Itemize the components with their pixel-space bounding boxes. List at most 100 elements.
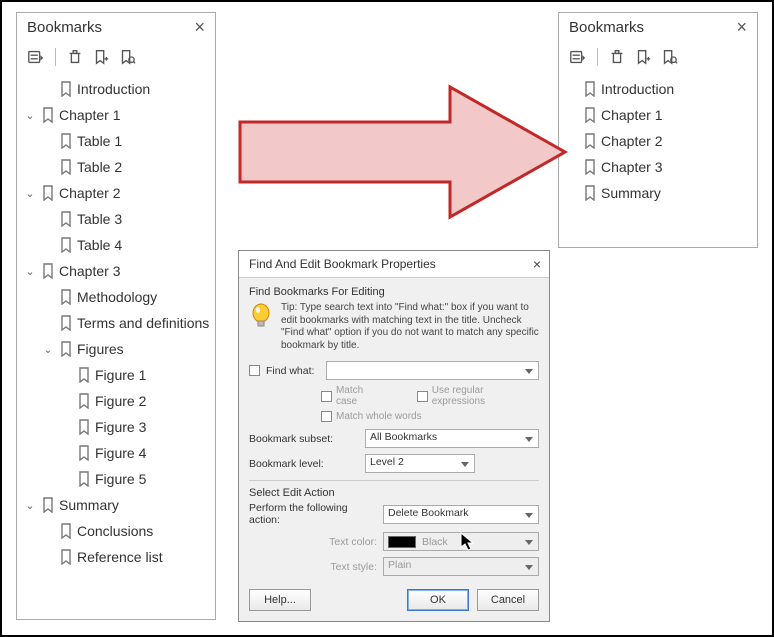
- textcolor-combo[interactable]: Black: [383, 532, 539, 551]
- dialog-title: Find And Edit Bookmark Properties: [249, 257, 436, 271]
- bookmark-label: Figure 5: [95, 471, 146, 487]
- bookmark-label: Chapter 3: [59, 263, 120, 279]
- textstyle-label: Text style:: [249, 561, 377, 573]
- close-icon[interactable]: ×: [734, 17, 749, 38]
- bookmark-row[interactable]: ·Table 1: [23, 128, 211, 154]
- group-action-label: Select Edit Action: [239, 485, 549, 499]
- bookmark-label: Methodology: [77, 289, 157, 305]
- bookmark-label: Reference list: [77, 549, 163, 565]
- textcolor-label: Text color:: [249, 536, 377, 548]
- bookmark-icon: [59, 237, 73, 253]
- bookmark-label: Table 1: [77, 133, 122, 149]
- match-whole-label: Match whole words: [336, 411, 422, 422]
- bookmark-icon: [59, 549, 73, 565]
- action-combo[interactable]: Delete Bookmark: [383, 505, 539, 524]
- level-label: Bookmark level:: [249, 458, 359, 470]
- tip-text: Tip: Type search text into "Find what:" …: [281, 302, 539, 352]
- close-icon[interactable]: ×: [533, 256, 541, 272]
- bookmark-label: Table 2: [77, 159, 122, 175]
- bookmark-label: Figure 4: [95, 445, 146, 461]
- bookmark-label: Summary: [59, 497, 119, 513]
- bookmark-row[interactable]: ⌄ Figures: [23, 336, 211, 362]
- chevron-down-icon[interactable]: ⌄: [23, 265, 37, 278]
- dialog-titlebar: Find And Edit Bookmark Properties ×: [239, 251, 549, 278]
- bookmarks-panel-after: Bookmarks × ·Introduction·Chapter 1·Chap…: [558, 12, 758, 248]
- level-combo[interactable]: Level 2: [365, 454, 475, 473]
- bookmark-row[interactable]: ·Methodology: [23, 284, 211, 310]
- bookmark-icon: [583, 107, 597, 123]
- bookmark-row[interactable]: ·Figure 2: [23, 388, 211, 414]
- tip-row: Tip: Type search text into "Find what:" …: [239, 298, 549, 358]
- bookmark-label: Chapter 1: [59, 107, 120, 123]
- level-row: Bookmark level: Level 2: [239, 451, 549, 476]
- panel-title: Bookmarks: [27, 19, 102, 36]
- bookmark-row[interactable]: ·Figure 3: [23, 414, 211, 440]
- bookmark-label: Figures: [77, 341, 124, 357]
- match-case-checkbox[interactable]: [321, 391, 332, 402]
- help-button[interactable]: Help...: [249, 589, 311, 611]
- chevron-down-icon[interactable]: ⌄: [23, 499, 37, 512]
- bookmark-icon: [77, 445, 91, 461]
- find-edit-bookmark-dialog: Find And Edit Bookmark Properties × Find…: [238, 250, 550, 622]
- bookmark-label: Summary: [601, 185, 661, 201]
- chevron-down-icon[interactable]: ⌄: [23, 187, 37, 200]
- bookmark-row[interactable]: ·Figure 4: [23, 440, 211, 466]
- bookmark-row[interactable]: ·Chapter 1: [565, 102, 753, 128]
- bookmark-row[interactable]: ⌄ Chapter 3: [23, 258, 211, 284]
- bookmark-row[interactable]: ·Chapter 3: [565, 154, 753, 180]
- bookmark-label: Table 4: [77, 237, 122, 253]
- bookmarks-panel-before: Bookmarks × ·Introduction ⌄ Chapter 1 ·Tabl…: [16, 12, 216, 620]
- bookmark-icon: [77, 471, 91, 487]
- bookmark-label: Chapter 3: [601, 159, 662, 175]
- bookmark-icon: [59, 523, 73, 539]
- find-bookmark-icon[interactable]: [658, 46, 680, 68]
- cancel-button[interactable]: Cancel: [477, 589, 539, 611]
- bookmark-row[interactable]: ·Introduction: [565, 76, 753, 102]
- options-menu-button[interactable]: [567, 46, 589, 68]
- bookmark-label: Chapter 2: [601, 133, 662, 149]
- ok-button[interactable]: OK: [407, 589, 469, 611]
- bookmark-row[interactable]: ⌄ Chapter 1: [23, 102, 211, 128]
- bookmark-row[interactable]: ·Introduction: [23, 76, 211, 102]
- panel-title: Bookmarks: [569, 19, 644, 36]
- find-what-input[interactable]: [326, 361, 539, 380]
- bookmark-row[interactable]: ⌄Chapter 2: [23, 180, 211, 206]
- separator: [55, 48, 56, 66]
- delete-icon[interactable]: [64, 46, 86, 68]
- bookmark-label: Introduction: [601, 81, 674, 97]
- close-icon[interactable]: ×: [192, 17, 207, 38]
- bookmark-icon: [59, 341, 73, 357]
- bookmark-label: Table 3: [77, 211, 122, 227]
- find-what-checkbox[interactable]: [249, 365, 260, 376]
- bookmark-row[interactable]: ·Conclusions: [23, 518, 211, 544]
- options-menu-button[interactable]: [25, 46, 47, 68]
- match-whole-checkbox[interactable]: [321, 411, 332, 422]
- subset-label: Bookmark subset:: [249, 433, 359, 445]
- subset-combo[interactable]: All Bookmarks: [365, 429, 539, 448]
- bookmark-icon: [77, 419, 91, 435]
- find-bookmark-icon[interactable]: [116, 46, 138, 68]
- bookmark-row[interactable]: ·Table 2: [23, 154, 211, 180]
- use-regex-checkbox[interactable]: [417, 391, 428, 402]
- bookmark-row[interactable]: ⌄ Summary: [23, 492, 211, 518]
- bookmark-icon: [59, 133, 73, 149]
- group-find-label: Find Bookmarks For Editing: [239, 278, 549, 298]
- match-case-label: Match case: [336, 385, 387, 407]
- chevron-down-icon[interactable]: ⌄: [41, 343, 55, 356]
- bookmark-row[interactable]: ·Table 4: [23, 232, 211, 258]
- bookmark-row[interactable]: ·Figure 1: [23, 362, 211, 388]
- bookmark-row[interactable]: ·Summary: [565, 180, 753, 206]
- bookmark-row[interactable]: ·Reference list: [23, 544, 211, 570]
- subset-row: Bookmark subset: All Bookmarks: [239, 426, 549, 451]
- bookmark-row[interactable]: ·Table 3: [23, 206, 211, 232]
- bookmark-row[interactable]: ·Figure 5: [23, 466, 211, 492]
- bookmark-row[interactable]: ·Terms and definitions: [23, 310, 211, 336]
- new-bookmark-icon[interactable]: [90, 46, 112, 68]
- delete-icon[interactable]: [606, 46, 628, 68]
- textstyle-combo[interactable]: Plain: [383, 557, 539, 576]
- bookmark-icon: [41, 263, 55, 279]
- new-bookmark-icon[interactable]: [632, 46, 654, 68]
- chevron-down-icon[interactable]: ⌄: [23, 109, 37, 122]
- bookmark-icon: [41, 107, 55, 123]
- bookmark-row[interactable]: ·Chapter 2: [565, 128, 753, 154]
